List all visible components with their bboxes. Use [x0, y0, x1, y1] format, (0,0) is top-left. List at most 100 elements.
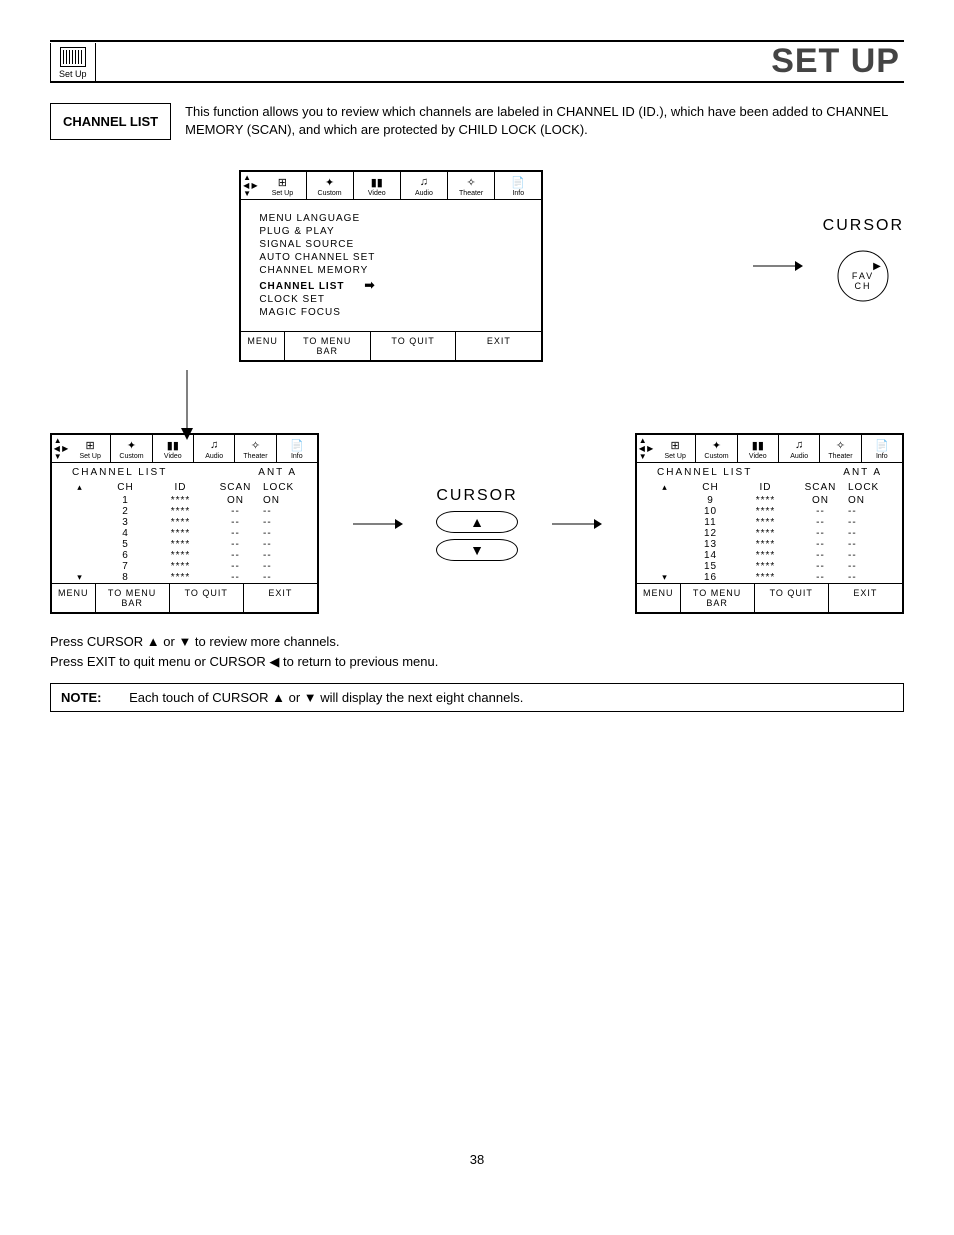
menu-footer-exit: EXIT: [456, 332, 541, 360]
table-row: ▾8****----: [52, 572, 317, 583]
menu-item[interactable]: PLUG & PLAY: [259, 225, 523, 238]
page-number: 38: [50, 1152, 904, 1167]
list-header: CHANNEL LIST ANT A: [52, 463, 317, 480]
menu-footer: MENU TO MENU BAR TO QUIT EXIT: [241, 331, 541, 360]
menu-bar: ▲◀ ▶▼ ⊞Set Up ✦Custom ▮▮Video ♫Audio ✧Th…: [241, 172, 541, 200]
channel-list-panel-1: ▲◀ ▶▼ ⊞Set Up ✦Custom ▮▮Video ♫Audio ✧Th…: [50, 433, 319, 614]
fav-ch-button[interactable]: ▶ FAV CH: [828, 241, 898, 311]
setup-logo: Set Up: [50, 43, 96, 81]
tab-setup[interactable]: ⊞Set Up: [655, 435, 696, 462]
tab-video[interactable]: ▮▮Video: [354, 172, 401, 199]
tab-info[interactable]: 📄Info: [862, 435, 902, 462]
arrow-right-icon: [753, 258, 803, 274]
table-row: 5****----: [52, 539, 317, 550]
table-row: 9****ONON: [637, 495, 902, 506]
menu-body: MENU LANGUAGEPLUG & PLAYSIGNAL SOURCEAUT…: [241, 200, 541, 331]
instruction-line: Press EXIT to quit menu or CURSOR ◀ to r…: [50, 652, 904, 672]
menu-item[interactable]: CLOCK SET: [259, 293, 523, 306]
scroll-down-icon: [647, 550, 683, 561]
menu-item[interactable]: MAGIC FOCUS: [259, 306, 523, 319]
tab-theater[interactable]: ✧Theater: [820, 435, 861, 462]
menu-footer-menu: MENU: [52, 584, 96, 612]
scroll-down-icon: [647, 539, 683, 550]
table-row: 15****----: [637, 561, 902, 572]
table-row: 13****----: [637, 539, 902, 550]
menu-footer-bar: TO MENU BAR: [96, 584, 170, 612]
page-header: Set Up SET UP: [50, 40, 904, 83]
menu-footer: MENU TO MENU BAR TO QUIT EXIT: [52, 583, 317, 612]
column-headers: ▴ CH ID SCAN LOCK: [52, 480, 317, 495]
table-row: 3****----: [52, 517, 317, 528]
logo-label: Set Up: [59, 69, 87, 79]
menu-footer-quit: TO QUIT: [170, 584, 244, 612]
table-row: 4****----: [52, 528, 317, 539]
table-row: 11****----: [637, 517, 902, 528]
setup-icon: [60, 47, 86, 67]
menu-item[interactable]: CHANNEL LIST: [259, 277, 523, 293]
arrow-right-icon: [353, 516, 403, 532]
svg-text:FAV: FAV: [852, 271, 874, 281]
tab-setup[interactable]: ⊞Set Up: [259, 172, 306, 199]
scroll-down-icon: [647, 561, 683, 572]
tab-theater[interactable]: ✧Theater: [448, 172, 495, 199]
menu-footer-exit: EXIT: [244, 584, 317, 612]
nav-arrows-icon: ▲◀ ▶▼: [637, 435, 655, 462]
tab-audio[interactable]: ♫Audio: [401, 172, 448, 199]
tab-video[interactable]: ▮▮Video: [738, 435, 779, 462]
tab-audio[interactable]: ♫Audio: [779, 435, 820, 462]
svg-text:CH: CH: [855, 281, 872, 291]
menu-footer-menu: MENU: [241, 332, 285, 360]
note-box: NOTE: Each touch of CURSOR ▲ or ▼ will d…: [50, 683, 904, 712]
intro-row: CHANNEL LIST This function allows you to…: [50, 103, 904, 140]
scroll-down-icon: ▾: [62, 572, 98, 583]
nav-arrows-icon: ▲◀ ▶▼: [241, 172, 259, 199]
scroll-down-icon: [62, 506, 98, 517]
scroll-down-icon: [62, 539, 98, 550]
menu-bar: ▲◀ ▶▼ ⊞Set Up ✦Custom ▮▮Video ♫Audio ✧Th…: [637, 435, 902, 463]
table-row: 14****----: [637, 550, 902, 561]
scroll-down-icon: [62, 517, 98, 528]
menu-footer-exit: EXIT: [829, 584, 902, 612]
table-row: ▾16****----: [637, 572, 902, 583]
scroll-down-icon: [62, 495, 98, 506]
list-header: CHANNEL LIST ANT A: [637, 463, 902, 480]
lower-row: ▲◀ ▶▼ ⊞Set Up ✦Custom ▮▮Video ♫Audio ✧Th…: [50, 433, 904, 614]
column-headers: ▴ CH ID SCAN LOCK: [637, 480, 902, 495]
scroll-down-icon: [62, 550, 98, 561]
instruction-line: Press CURSOR ▲ or ▼ to review more chann…: [50, 632, 904, 652]
tab-custom[interactable]: ✦Custom: [307, 172, 354, 199]
menu-item[interactable]: SIGNAL SOURCE: [259, 238, 523, 251]
tab-info[interactable]: 📄Info: [495, 172, 541, 199]
page-title: SET UP: [771, 42, 904, 81]
osd-setup-menu: ▲◀ ▶▼ ⊞Set Up ✦Custom ▮▮Video ♫Audio ✧Th…: [239, 170, 543, 362]
menu-footer-bar: TO MENU BAR: [285, 332, 371, 360]
table-row: 7****----: [52, 561, 317, 572]
menu-item[interactable]: AUTO CHANNEL SET: [259, 251, 523, 264]
scroll-down-icon: [62, 561, 98, 572]
note-label: NOTE:: [61, 690, 101, 705]
cursor-label: CURSOR: [436, 487, 518, 505]
menu-footer: MENU TO MENU BAR TO QUIT EXIT: [637, 583, 902, 612]
table-row: 2****----: [52, 506, 317, 517]
menu-item[interactable]: CHANNEL MEMORY: [259, 264, 523, 277]
table-row: 6****----: [52, 550, 317, 561]
cursor-updown-hint: CURSOR ▲ ▼: [436, 487, 518, 561]
section-label: CHANNEL LIST: [50, 103, 171, 140]
svg-text:▶: ▶: [873, 261, 883, 272]
menu-footer-quit: TO QUIT: [755, 584, 829, 612]
intro-text: This function allows you to review which…: [185, 103, 904, 139]
tab-custom[interactable]: ✦Custom: [696, 435, 737, 462]
scroll-down-icon: [62, 528, 98, 539]
table-row: 1****ONON: [52, 495, 317, 506]
scroll-up-icon: ▴: [647, 482, 683, 493]
scroll-down-icon: [647, 528, 683, 539]
arrow-right-icon: [552, 516, 602, 532]
table-row: 10****----: [637, 506, 902, 517]
scroll-down-icon: [647, 495, 683, 506]
menu-footer-bar: TO MENU BAR: [681, 584, 755, 612]
menu-item[interactable]: MENU LANGUAGE: [259, 212, 523, 225]
scroll-down-icon: [647, 517, 683, 528]
cursor-down-button[interactable]: ▼: [436, 539, 518, 561]
scroll-down-icon: [647, 506, 683, 517]
cursor-up-button[interactable]: ▲: [436, 511, 518, 533]
